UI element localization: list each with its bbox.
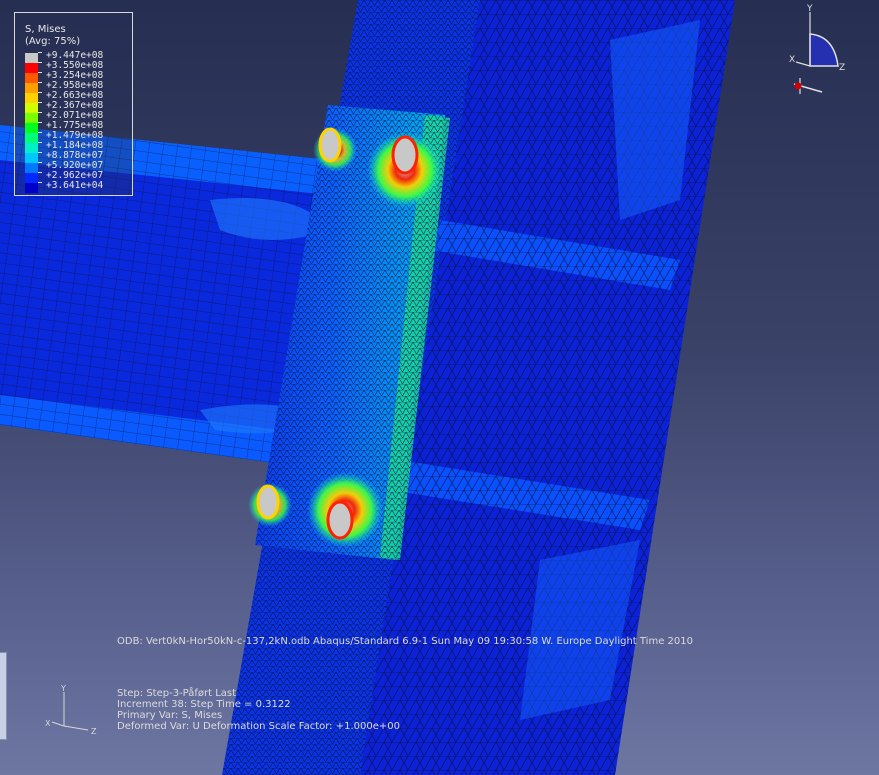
legend-tick	[38, 82, 42, 83]
legend-tick	[38, 72, 42, 73]
legend-tick	[38, 172, 42, 173]
legend-subtitle: (Avg: 75%)	[25, 36, 81, 47]
legend-tick	[38, 142, 42, 143]
legend-swatch	[25, 183, 38, 193]
triad-y-label: Y	[806, 4, 813, 14]
legend-tick	[38, 102, 42, 103]
legend-tick	[38, 162, 42, 163]
legend-tick	[38, 92, 42, 93]
increment-label: Increment 38: Step Time = 0.3122	[117, 699, 291, 710]
axes-y-label: Y	[60, 684, 66, 693]
contour-legend: S, Mises (Avg: 75%) +9.447e+08 +3.550e+08…	[14, 12, 133, 196]
view-triad-icon[interactable]: Y X Z	[780, 4, 850, 96]
legend-tick	[38, 182, 42, 183]
axes-z-label: Z	[91, 727, 97, 734]
primary-var-label: Primary Var: S, Mises	[117, 710, 223, 721]
deformed-var-label: Deformed Var: U Deformation Scale Factor…	[117, 721, 400, 732]
legend-tick	[38, 52, 42, 53]
global-axes-icon: Y X Z	[45, 684, 97, 734]
legend-tick	[38, 152, 42, 153]
side-panel-tab[interactable]	[0, 652, 7, 740]
legend-tick	[38, 112, 42, 113]
legend-entry: +3.641e+04	[25, 180, 125, 193]
legend-tick	[38, 62, 42, 63]
fe-model-viewport[interactable]: S, Mises (Avg: 75%) +9.447e+08 +3.550e+08…	[0, 0, 879, 775]
odb-info-line: ODB: Vert0kN-Hor50kN-c-137,2kN.odb Abaqu…	[117, 636, 693, 647]
legend-title: S, Mises	[25, 24, 66, 35]
legend-tick	[38, 122, 42, 123]
step-label: Step: Step-3-Påført Last	[117, 688, 237, 699]
legend-tick	[38, 132, 42, 133]
axes-x-label: X	[45, 719, 51, 728]
triad-z-label: Z	[839, 63, 845, 73]
legend-value: +3.641e+04	[46, 180, 104, 191]
triad-x-label: X	[789, 55, 795, 65]
